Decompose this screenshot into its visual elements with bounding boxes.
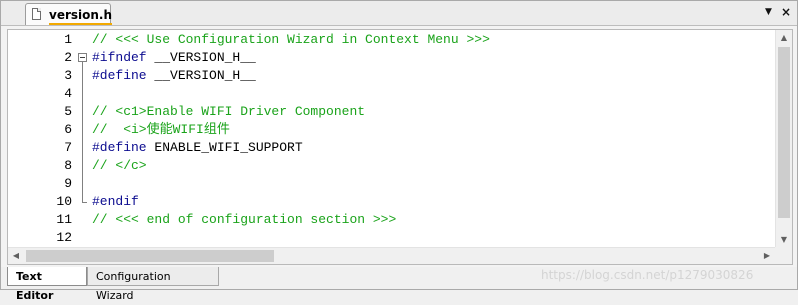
code-token-directive: #define [92, 68, 147, 83]
fold-collapse-icon[interactable] [78, 53, 87, 62]
code-line[interactable]: #define ENABLE_WIFI_SUPPORT [92, 139, 303, 157]
fold-range-line [82, 62, 83, 202]
tab-dropdown-icon[interactable]: ▼ [765, 5, 772, 19]
line-number: 7 [64, 140, 72, 155]
code-text-area[interactable]: // <<< Use Configuration Wizard in Conte… [92, 30, 776, 248]
line-number-gutter: 1 2 3 4 5 6 7 8 9 10 11 12 [8, 30, 92, 248]
line-number: 8 [64, 158, 72, 173]
code-line[interactable]: // <c1>Enable WIFI Driver Component [92, 103, 365, 121]
tab-configuration-wizard[interactable]: Configuration Wizard [87, 267, 219, 302]
watermark-text: https://blog.csdn.net/p1279030826 [541, 268, 754, 282]
horizontal-scroll-thumb[interactable] [26, 250, 274, 262]
code-token-normal: ENABLE_WIFI_SUPPORT [146, 140, 303, 155]
line-number: 5 [64, 104, 72, 119]
document-icon [32, 8, 41, 20]
scrollbar-corner [775, 247, 792, 264]
code-line[interactable]: #ifndef __VERSION_H__ [92, 49, 256, 67]
code-token-directive: #define [92, 140, 147, 155]
file-tab-version-h[interactable]: version.h [25, 3, 113, 25]
line-number: 1 [64, 32, 72, 47]
line-number: 11 [56, 212, 72, 227]
fold-end-marker [82, 202, 87, 203]
editor-window: version.h ▼ × 1 2 3 4 5 6 7 8 9 10 11 12 // <<< Use… [0, 0, 798, 302]
code-line[interactable]: #endif [92, 193, 139, 211]
file-tab-label: version.h [49, 7, 113, 25]
horizontal-scrollbar[interactable]: ◀ ▶ [8, 247, 775, 264]
line-number: 9 [64, 176, 72, 191]
code-token-directive: #endif [92, 194, 139, 209]
code-line[interactable]: #define __VERSION_H__ [92, 67, 256, 85]
scroll-left-icon[interactable]: ◀ [8, 248, 24, 264]
vertical-scrollbar[interactable]: ▲ ▼ [775, 30, 792, 248]
line-number: 6 [64, 122, 72, 137]
line-number: 2 [64, 50, 72, 65]
line-number: 4 [64, 86, 72, 101]
code-editor[interactable]: 1 2 3 4 5 6 7 8 9 10 11 12 // <<< Use Configuration… [7, 29, 793, 265]
code-token-comment: // <<< Use Configuration Wizard in Conte… [92, 32, 490, 47]
code-line[interactable]: // <i>使能WIFI组件 [92, 121, 230, 139]
code-token-comment: // <<< end of configuration section >>> [92, 212, 397, 227]
line-number: 12 [56, 230, 72, 245]
code-line[interactable]: // <<< Use Configuration Wizard in Conte… [92, 31, 490, 49]
scroll-up-icon[interactable]: ▲ [776, 30, 792, 46]
code-token-normal: __VERSION_H__ [146, 68, 256, 83]
tab-text-editor[interactable]: Text Editor [7, 267, 87, 302]
vertical-scroll-thumb[interactable] [778, 47, 790, 218]
code-line[interactable]: // </c> [92, 157, 147, 175]
code-token-comment: // </c> [92, 158, 147, 173]
line-number: 3 [64, 68, 72, 83]
close-icon[interactable]: × [781, 5, 791, 19]
code-token-directive: #ifndef [92, 50, 147, 65]
code-token-comment: // <i>使能WIFI组件 [92, 122, 230, 137]
line-number: 10 [56, 194, 72, 209]
code-token-normal: __VERSION_H__ [146, 50, 256, 65]
code-token-comment: // <c1>Enable WIFI Driver Component [92, 104, 366, 119]
file-tab-strip: version.h ▼ × [1, 1, 797, 26]
scroll-down-icon[interactable]: ▼ [776, 232, 792, 248]
scroll-right-icon[interactable]: ▶ [759, 248, 775, 264]
code-line[interactable]: // <<< end of configuration section >>> [92, 211, 396, 229]
